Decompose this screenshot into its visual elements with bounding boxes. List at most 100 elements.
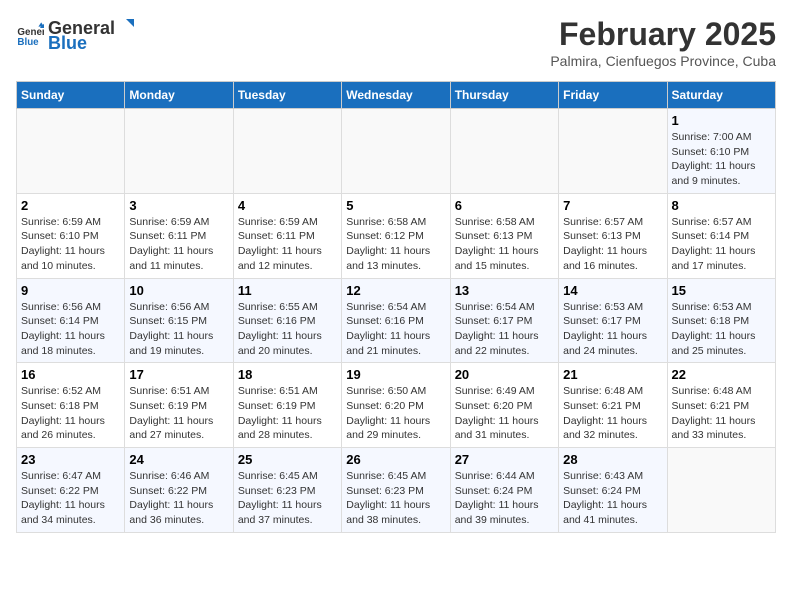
table-row: [559, 109, 667, 194]
day-number: 22: [672, 367, 771, 382]
subtitle: Palmira, Cienfuegos Province, Cuba: [550, 53, 776, 69]
table-row: [17, 109, 125, 194]
day-info: Sunrise: 6:53 AM Sunset: 6:18 PM Dayligh…: [672, 300, 771, 359]
table-row: 27 Sunrise: 6:44 AM Sunset: 6:24 PM Dayli…: [450, 448, 558, 533]
calendar-week-row: 9 Sunrise: 6:56 AM Sunset: 6:14 PM Daylig…: [17, 278, 776, 363]
table-row: 24Sunrise: 6:46 AM Sunset: 6:22 PM Dayli…: [125, 448, 233, 533]
day-info: Sunrise: 6:45 AM Sunset: 6:23 PM Dayligh…: [238, 469, 337, 528]
day-number: 1: [672, 113, 771, 128]
day-info: Sunrise: 6:54 AM Sunset: 6:16 PM Dayligh…: [346, 300, 445, 359]
day-info: Sunrise: 6:44 AM Sunset: 6:24 PM Dayligh…: [455, 469, 554, 528]
table-row: 8 Sunrise: 6:57 AM Sunset: 6:14 PM Daylig…: [667, 193, 775, 278]
day-number: 9: [21, 283, 120, 298]
table-row: 9 Sunrise: 6:56 AM Sunset: 6:14 PM Daylig…: [17, 278, 125, 363]
logo: General Blue General Blue: [16, 16, 134, 54]
table-row: 12 Sunrise: 6:54 AM Sunset: 6:16 PM Dayli…: [342, 278, 450, 363]
day-number: 8: [672, 198, 771, 213]
day-number: 12: [346, 283, 445, 298]
table-row: [342, 109, 450, 194]
table-row: 23 Sunrise: 6:47 AM Sunset: 6:22 PM Dayli…: [17, 448, 125, 533]
table-row: 4 Sunrise: 6:59 AM Sunset: 6:11 PM Daylig…: [233, 193, 341, 278]
calendar-header-sunday: Sunday: [17, 82, 125, 109]
day-number: 5: [346, 198, 445, 213]
day-info: Sunrise: 6:59 AM Sunset: 6:10 PM Dayligh…: [21, 215, 120, 274]
table-row: 20Sunrise: 6:49 AM Sunset: 6:20 PM Dayli…: [450, 363, 558, 448]
calendar-week-row: 2 Sunrise: 6:59 AM Sunset: 6:10 PM Daylig…: [17, 193, 776, 278]
day-number: 13: [455, 283, 554, 298]
calendar-week-row: 23 Sunrise: 6:47 AM Sunset: 6:22 PM Dayli…: [17, 448, 776, 533]
day-number: 15: [672, 283, 771, 298]
day-number: 20: [455, 367, 554, 382]
svg-text:Blue: Blue: [17, 37, 39, 48]
table-row: 1Sunrise: 7:00 AM Sunset: 6:10 PM Daylig…: [667, 109, 775, 194]
table-row: 19Sunrise: 6:50 AM Sunset: 6:20 PM Dayli…: [342, 363, 450, 448]
main-title: February 2025: [550, 16, 776, 53]
table-row: 28 Sunrise: 6:43 AM Sunset: 6:24 PM Dayli…: [559, 448, 667, 533]
day-info: Sunrise: 6:59 AM Sunset: 6:11 PM Dayligh…: [238, 215, 337, 274]
day-info: Sunrise: 6:58 AM Sunset: 6:13 PM Dayligh…: [455, 215, 554, 274]
day-info: Sunrise: 6:50 AM Sunset: 6:20 PM Dayligh…: [346, 384, 445, 443]
page-header: General Blue General Blue February 2025 …: [16, 16, 776, 69]
day-info: Sunrise: 6:48 AM Sunset: 6:21 PM Dayligh…: [672, 384, 771, 443]
day-number: 11: [238, 283, 337, 298]
calendar-week-row: 16Sunrise: 6:52 AM Sunset: 6:18 PM Dayli…: [17, 363, 776, 448]
day-number: 10: [129, 283, 228, 298]
calendar-header-tuesday: Tuesday: [233, 82, 341, 109]
day-info: Sunrise: 6:43 AM Sunset: 6:24 PM Dayligh…: [563, 469, 662, 528]
day-number: 4: [238, 198, 337, 213]
table-row: 6 Sunrise: 6:58 AM Sunset: 6:13 PM Daylig…: [450, 193, 558, 278]
day-number: 14: [563, 283, 662, 298]
day-info: Sunrise: 6:58 AM Sunset: 6:12 PM Dayligh…: [346, 215, 445, 274]
table-row: 26 Sunrise: 6:45 AM Sunset: 6:23 PM Dayli…: [342, 448, 450, 533]
table-row: 22 Sunrise: 6:48 AM Sunset: 6:21 PM Dayli…: [667, 363, 775, 448]
day-number: 16: [21, 367, 120, 382]
calendar-table: SundayMondayTuesdayWednesdayThursdayFrid…: [16, 81, 776, 533]
day-number: 7: [563, 198, 662, 213]
calendar-header-thursday: Thursday: [450, 82, 558, 109]
day-info: Sunrise: 6:57 AM Sunset: 6:14 PM Dayligh…: [672, 215, 771, 274]
logo-arrow-icon: [116, 16, 134, 34]
day-number: 2: [21, 198, 120, 213]
table-row: 2 Sunrise: 6:59 AM Sunset: 6:10 PM Daylig…: [17, 193, 125, 278]
day-info: Sunrise: 6:54 AM Sunset: 6:17 PM Dayligh…: [455, 300, 554, 359]
calendar-header-wednesday: Wednesday: [342, 82, 450, 109]
calendar-week-row: 1Sunrise: 7:00 AM Sunset: 6:10 PM Daylig…: [17, 109, 776, 194]
day-number: 23: [21, 452, 120, 467]
table-row: 7 Sunrise: 6:57 AM Sunset: 6:13 PM Daylig…: [559, 193, 667, 278]
table-row: 15 Sunrise: 6:53 AM Sunset: 6:18 PM Dayli…: [667, 278, 775, 363]
logo-icon: General Blue: [16, 21, 44, 49]
day-info: Sunrise: 6:51 AM Sunset: 6:19 PM Dayligh…: [129, 384, 228, 443]
table-row: 3Sunrise: 6:59 AM Sunset: 6:11 PM Daylig…: [125, 193, 233, 278]
day-number: 18: [238, 367, 337, 382]
calendar-header-row: SundayMondayTuesdayWednesdayThursdayFrid…: [17, 82, 776, 109]
table-row: 5 Sunrise: 6:58 AM Sunset: 6:12 PM Daylig…: [342, 193, 450, 278]
day-info: Sunrise: 6:56 AM Sunset: 6:14 PM Dayligh…: [21, 300, 120, 359]
table-row: 17 Sunrise: 6:51 AM Sunset: 6:19 PM Dayli…: [125, 363, 233, 448]
table-row: 13 Sunrise: 6:54 AM Sunset: 6:17 PM Dayli…: [450, 278, 558, 363]
table-row: [450, 109, 558, 194]
day-number: 17: [129, 367, 228, 382]
day-number: 27: [455, 452, 554, 467]
day-number: 28: [563, 452, 662, 467]
day-number: 25: [238, 452, 337, 467]
title-area: February 2025 Palmira, Cienfuegos Provin…: [550, 16, 776, 69]
table-row: 11Sunrise: 6:55 AM Sunset: 6:16 PM Dayli…: [233, 278, 341, 363]
calendar-header-monday: Monday: [125, 82, 233, 109]
calendar-header-saturday: Saturday: [667, 82, 775, 109]
day-info: Sunrise: 6:46 AM Sunset: 6:22 PM Dayligh…: [129, 469, 228, 528]
day-number: 3: [129, 198, 228, 213]
table-row: 16Sunrise: 6:52 AM Sunset: 6:18 PM Dayli…: [17, 363, 125, 448]
table-row: 21Sunrise: 6:48 AM Sunset: 6:21 PM Dayli…: [559, 363, 667, 448]
day-number: 26: [346, 452, 445, 467]
table-row: 14 Sunrise: 6:53 AM Sunset: 6:17 PM Dayli…: [559, 278, 667, 363]
day-info: Sunrise: 6:47 AM Sunset: 6:22 PM Dayligh…: [21, 469, 120, 528]
day-info: Sunrise: 6:45 AM Sunset: 6:23 PM Dayligh…: [346, 469, 445, 528]
day-info: Sunrise: 6:53 AM Sunset: 6:17 PM Dayligh…: [563, 300, 662, 359]
day-info: Sunrise: 6:48 AM Sunset: 6:21 PM Dayligh…: [563, 384, 662, 443]
day-info: Sunrise: 6:51 AM Sunset: 6:19 PM Dayligh…: [238, 384, 337, 443]
day-info: Sunrise: 6:57 AM Sunset: 6:13 PM Dayligh…: [563, 215, 662, 274]
table-row: [125, 109, 233, 194]
table-row: [233, 109, 341, 194]
day-number: 6: [455, 198, 554, 213]
table-row: [667, 448, 775, 533]
